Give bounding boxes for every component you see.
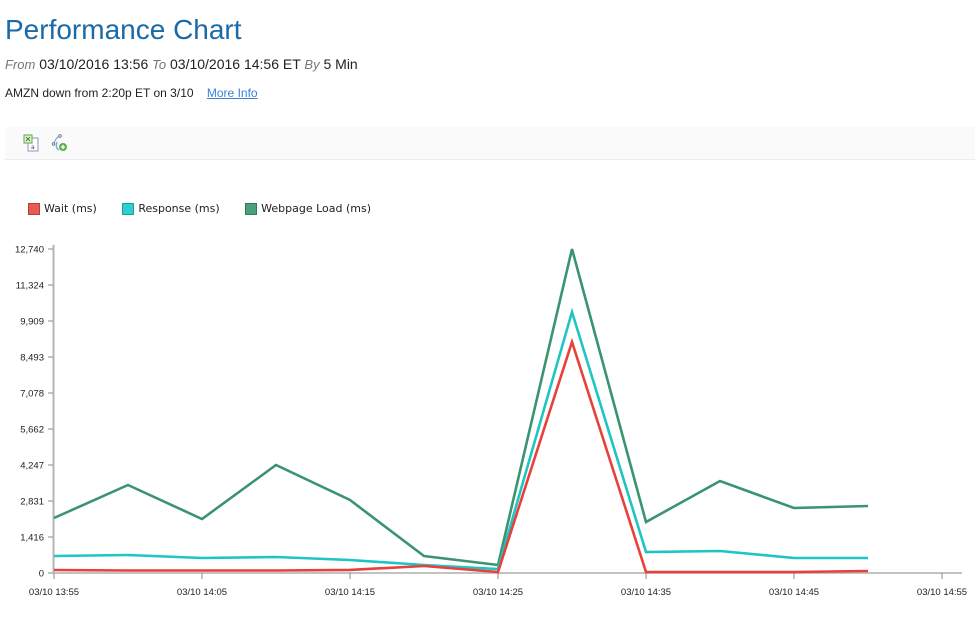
x-tick-label: 03/10 13:55 [29,587,79,598]
x-tick-label: 03/10 14:35 [621,587,671,598]
y-tick-label: 5,662 [20,425,44,436]
x-tick-label: 03/10 14:55 [917,587,967,598]
y-tick-label: 1,416 [20,532,44,543]
series-line-response [53,307,868,571]
x-tick-label: 03/10 14:25 [473,587,523,598]
y-tick-label: 7,078 [20,388,44,399]
y-tick-label: 4,247 [20,460,44,471]
y-tick-label: 2,831 [20,497,44,508]
x-tick-label: 03/10 14:05 [177,587,227,598]
y-tick-label: 0 [39,569,44,580]
y-tick-label: 12,740 [15,245,44,256]
x-tick-label: 03/10 14:45 [769,587,819,598]
series-line-webpage-load [53,248,869,567]
performance-line-chart: 0 1,416 2,831 4,247 5,662 7,078 8,493 9,909 11,3… [15,245,967,599]
y-tick-label: 8,493 [20,353,44,364]
y-tick-label: 11,324 [16,281,44,292]
x-axis: 03/10 13:55 03/10 14:05 03/10 14:15 03/10 1… [29,572,967,598]
y-tick-label: 9,909 [20,316,44,327]
y-axis: 0 1,416 2,831 4,247 5,662 7,078 8,493 9,909 11,3… [15,245,55,580]
x-tick-label: 03/10 14:15 [325,587,375,598]
series-lines [53,248,869,574]
series-line-wait [53,337,869,574]
